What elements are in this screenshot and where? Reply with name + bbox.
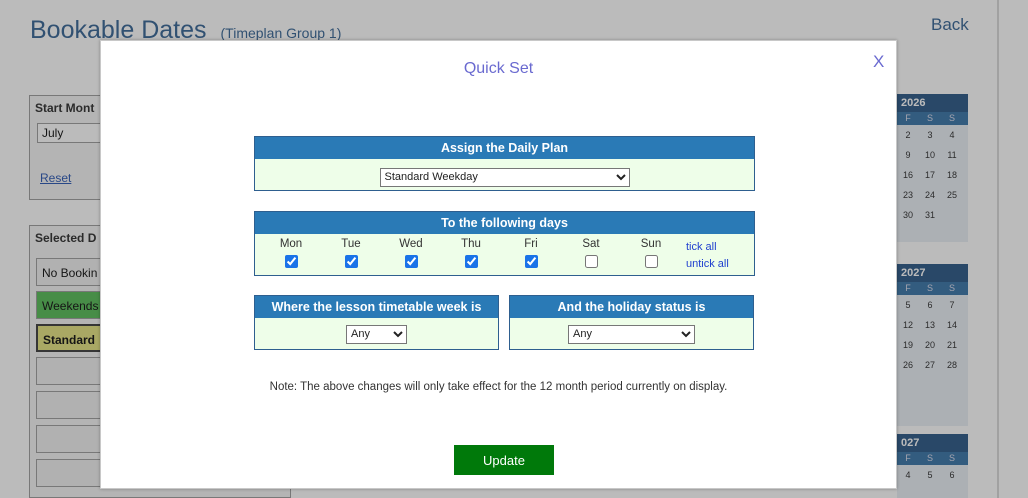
- untick-all-link[interactable]: untick all: [686, 256, 729, 273]
- day-sat: Sat: [561, 234, 621, 271]
- daily-plan-body: Standard Weekday: [255, 159, 754, 187]
- holiday-status-section: And the holiday status is Any: [509, 295, 754, 350]
- day-tue: Tue: [321, 234, 381, 271]
- days-header: To the following days: [255, 212, 754, 234]
- tick-all-link[interactable]: tick all: [686, 239, 729, 256]
- day-label: Thu: [461, 238, 481, 250]
- timetable-week-select[interactable]: Any: [346, 324, 407, 344]
- daily-plan-section: Assign the Daily Plan Standard Weekday: [254, 136, 755, 191]
- days-section: To the following days Mon Tue Wed Thu Fr…: [254, 211, 755, 276]
- quick-set-dialog: Quick Set X Assign the Daily Plan Standa…: [100, 40, 897, 489]
- timetable-week-header: Where the lesson timetable week is: [255, 296, 498, 318]
- day-checkbox[interactable]: [344, 255, 358, 268]
- day-label: Fri: [524, 238, 538, 250]
- day-wed: Wed: [381, 234, 441, 271]
- day-label: Sun: [640, 238, 662, 250]
- tick-links: tick all untick all: [686, 234, 729, 273]
- day-label: Tue: [341, 238, 361, 250]
- day-mon: Mon: [261, 234, 321, 271]
- day-checkbox[interactable]: [524, 255, 538, 268]
- close-icon[interactable]: X: [873, 52, 884, 72]
- daily-plan-header: Assign the Daily Plan: [255, 137, 754, 159]
- note-text: Note: The above changes will only take e…: [269, 381, 728, 393]
- day-thu: Thu: [441, 234, 501, 271]
- daily-plan-select[interactable]: Standard Weekday: [379, 167, 630, 187]
- holiday-status-select[interactable]: Any: [568, 324, 695, 344]
- day-fri: Fri: [501, 234, 561, 271]
- days-row: Mon Tue Wed Thu Fri Sat Sun tick all unt…: [255, 234, 754, 273]
- dialog-title: Quick Set: [463, 60, 534, 77]
- day-label: Sat: [582, 238, 600, 250]
- day-label: Wed: [399, 238, 423, 250]
- update-button[interactable]: Update: [454, 445, 554, 475]
- holiday-status-header: And the holiday status is: [510, 296, 753, 318]
- day-checkbox[interactable]: [584, 255, 598, 268]
- day-checkbox[interactable]: [404, 255, 418, 268]
- holiday-status-body: Any: [510, 318, 753, 344]
- timetable-week-body: Any: [255, 318, 498, 344]
- day-checkbox[interactable]: [284, 255, 298, 268]
- day-sun: Sun: [621, 234, 681, 271]
- day-checkbox[interactable]: [644, 255, 658, 268]
- day-checkbox[interactable]: [464, 255, 478, 268]
- day-label: Mon: [279, 238, 303, 250]
- timetable-week-section: Where the lesson timetable week is Any: [254, 295, 499, 350]
